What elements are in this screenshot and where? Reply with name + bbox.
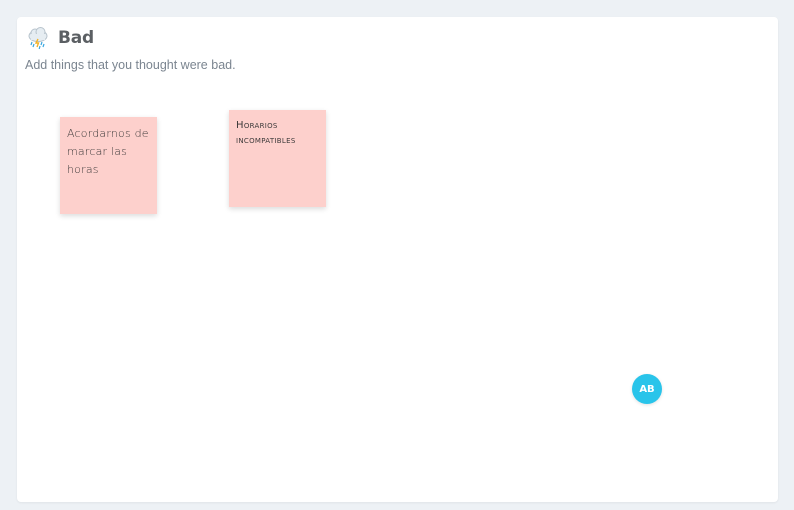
column-subtitle: Add things that you thought were bad. bbox=[25, 58, 236, 72]
sticky-note[interactable]: Acordarnos de marcar las horas bbox=[60, 117, 157, 214]
sticky-note-text: Acordarnos de marcar las horas bbox=[67, 127, 149, 176]
avatar[interactable]: AB bbox=[632, 374, 662, 404]
sticky-note[interactable]: Horarios incompatibles bbox=[229, 110, 326, 207]
sticky-note-text: Horarios incompatibles bbox=[236, 120, 296, 146]
column-header: Bad bbox=[27, 26, 94, 50]
rain-cloud-icon bbox=[27, 26, 49, 50]
bad-column-panel: Bad Add things that you thought were bad… bbox=[17, 17, 778, 502]
column-title: Bad bbox=[58, 28, 94, 48]
